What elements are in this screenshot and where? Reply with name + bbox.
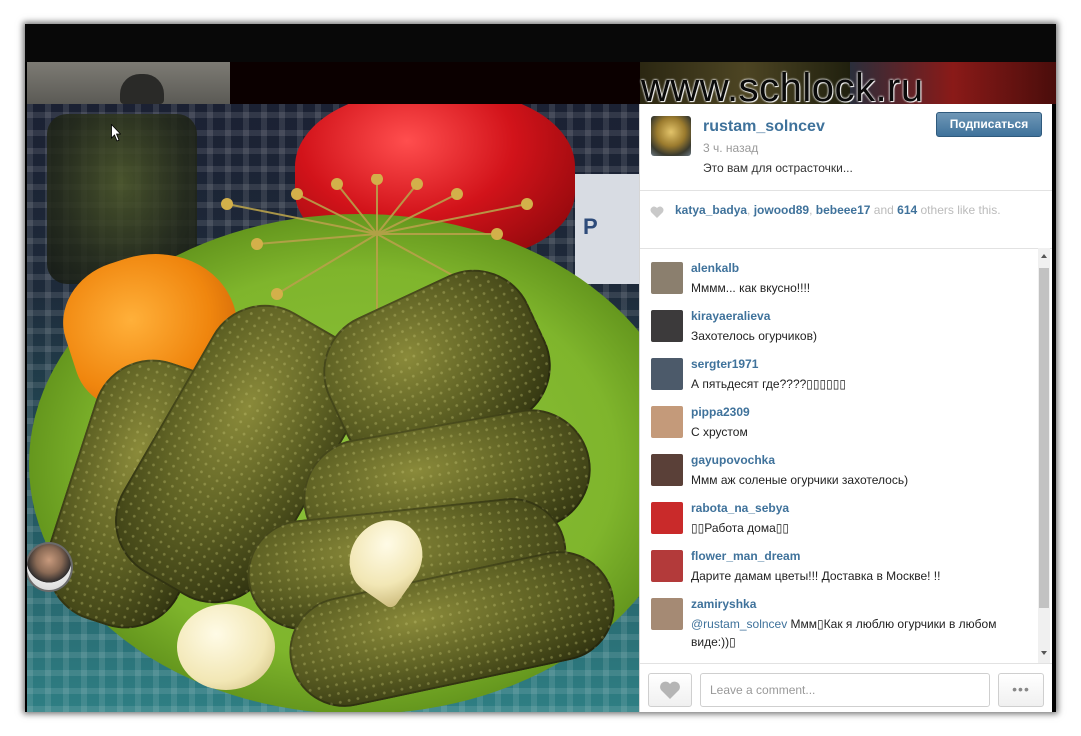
pointer-cursor-icon: [111, 124, 121, 142]
comment-text: Дарите дамам цветы!!! Доставка в Москве!…: [691, 569, 941, 583]
likes-count[interactable]: 614: [897, 203, 917, 217]
commenter-username[interactable]: kirayaeralieva: [691, 309, 770, 323]
comment-text: С хрустом: [691, 425, 748, 439]
author-username[interactable]: rustam_solncev: [703, 118, 825, 136]
likes-separator: ,: [809, 203, 816, 217]
comment-item: flower_man_dream Дарите дамам цветы!!! Д…: [640, 536, 1038, 584]
comment-text: Мммм... как вкусно!!!!: [691, 281, 811, 295]
like-button[interactable]: [648, 673, 692, 707]
comment-mention[interactable]: @rustam_solncev: [691, 617, 787, 631]
heart-icon: [660, 681, 680, 699]
commenter-username[interactable]: pippa2309: [691, 405, 750, 419]
commenter-avatar[interactable]: [651, 502, 683, 534]
post-photo[interactable]: P: [27, 104, 639, 712]
likes-text: katya_badya, jowood89, bebeee17 and 614 …: [675, 202, 1035, 218]
commenter-avatar[interactable]: [651, 406, 683, 438]
more-options-button[interactable]: •••: [998, 673, 1044, 707]
likes-separator: ,: [747, 203, 754, 217]
author-avatar[interactable]: [651, 116, 691, 156]
comment-item: kirayaeralieva Захотелось огурчиков): [640, 296, 1038, 344]
follow-button[interactable]: Подписаться: [936, 112, 1042, 137]
comment-text: Захотелось огурчиков): [691, 329, 817, 343]
commenter-username[interactable]: flower_man_dream: [691, 549, 800, 563]
commenter-avatar[interactable]: [651, 358, 683, 390]
comment-item: gayupovochka Ммм аж соленые огурчики зах…: [640, 440, 1038, 488]
commenter-avatar[interactable]: [651, 310, 683, 342]
comment-item: sergter1971 А пятьдесят где????▯▯▯▯▯▯: [640, 344, 1038, 392]
likes-and: and: [870, 203, 898, 217]
thumbnail-figure: [120, 74, 164, 104]
comment-item: pippa2309 С хрустом: [640, 392, 1038, 440]
comment-text: @rustam_solncev Ммм▯Как я люблю огурчики…: [691, 615, 1021, 651]
commenter-username[interactable]: gayupovochka: [691, 453, 775, 467]
liker-username[interactable]: jowood89: [754, 203, 809, 217]
comment-text: Ммм аж соленые огурчики захотелось): [691, 473, 909, 487]
commenter-avatar[interactable]: [651, 550, 683, 582]
photo-garlic: [177, 604, 275, 690]
commenter-avatar[interactable]: [651, 454, 683, 486]
commenter-avatar[interactable]: [651, 598, 683, 630]
feed-thumbnail[interactable]: [27, 62, 230, 104]
top-bar: [25, 24, 1056, 62]
photo-label-card: P: [575, 174, 639, 284]
scroll-down-arrow-icon[interactable]: [1041, 651, 1047, 655]
commenter-username[interactable]: sergter1971: [691, 357, 758, 371]
liker-username[interactable]: katya_badya: [675, 203, 747, 217]
post-caption: Это вам для острасточки...: [703, 161, 853, 175]
screenshot-frame: P www.schlock.ru rustam_solncev 3 ч. наз…: [25, 24, 1056, 712]
comment-item: rabota_na_sebya ▯▯Работа дома▯▯: [640, 488, 1038, 536]
comment-item: alenkalb Мммм... как вкусно!!!!: [640, 248, 1038, 296]
commenter-avatar[interactable]: [651, 262, 683, 294]
post-header: rustam_solncev 3 ч. назад Это вам для ос…: [640, 104, 1052, 191]
scrollbar-thumb[interactable]: [1039, 268, 1049, 608]
post-time[interactable]: 3 ч. назад: [703, 141, 758, 155]
commenter-username[interactable]: rabota_na_sebya: [691, 501, 789, 515]
comments-scrollbar[interactable]: [1038, 248, 1050, 663]
heart-icon: [650, 206, 664, 218]
commenter-username[interactable]: zamiryshka: [691, 597, 756, 611]
likes-section: katya_badya, jowood89, bebeee17 and 614 …: [640, 190, 1052, 249]
liker-username[interactable]: bebeee17: [816, 203, 871, 217]
comment-item: zamiryshka @rustam_solncev Ммм▯Как я люб…: [640, 584, 1038, 663]
likes-others: others like this.: [917, 203, 1001, 217]
commenter-username[interactable]: alenkalb: [691, 261, 739, 275]
comments-list: alenkalb Мммм... как вкусно!!!! kirayaer…: [640, 248, 1038, 663]
feed-thumbnail[interactable]: [230, 62, 640, 104]
comment-footer: •••: [640, 663, 1052, 712]
comment-text: А пятьдесят где????▯▯▯▯▯▯: [691, 377, 846, 391]
scroll-up-arrow-icon[interactable]: [1041, 254, 1047, 258]
comment-text: ▯▯Работа дома▯▯: [691, 521, 789, 535]
comment-input[interactable]: [700, 673, 990, 707]
side-avatar[interactable]: [27, 542, 73, 592]
post-panel: rustam_solncev 3 ч. назад Это вам для ос…: [639, 104, 1052, 712]
